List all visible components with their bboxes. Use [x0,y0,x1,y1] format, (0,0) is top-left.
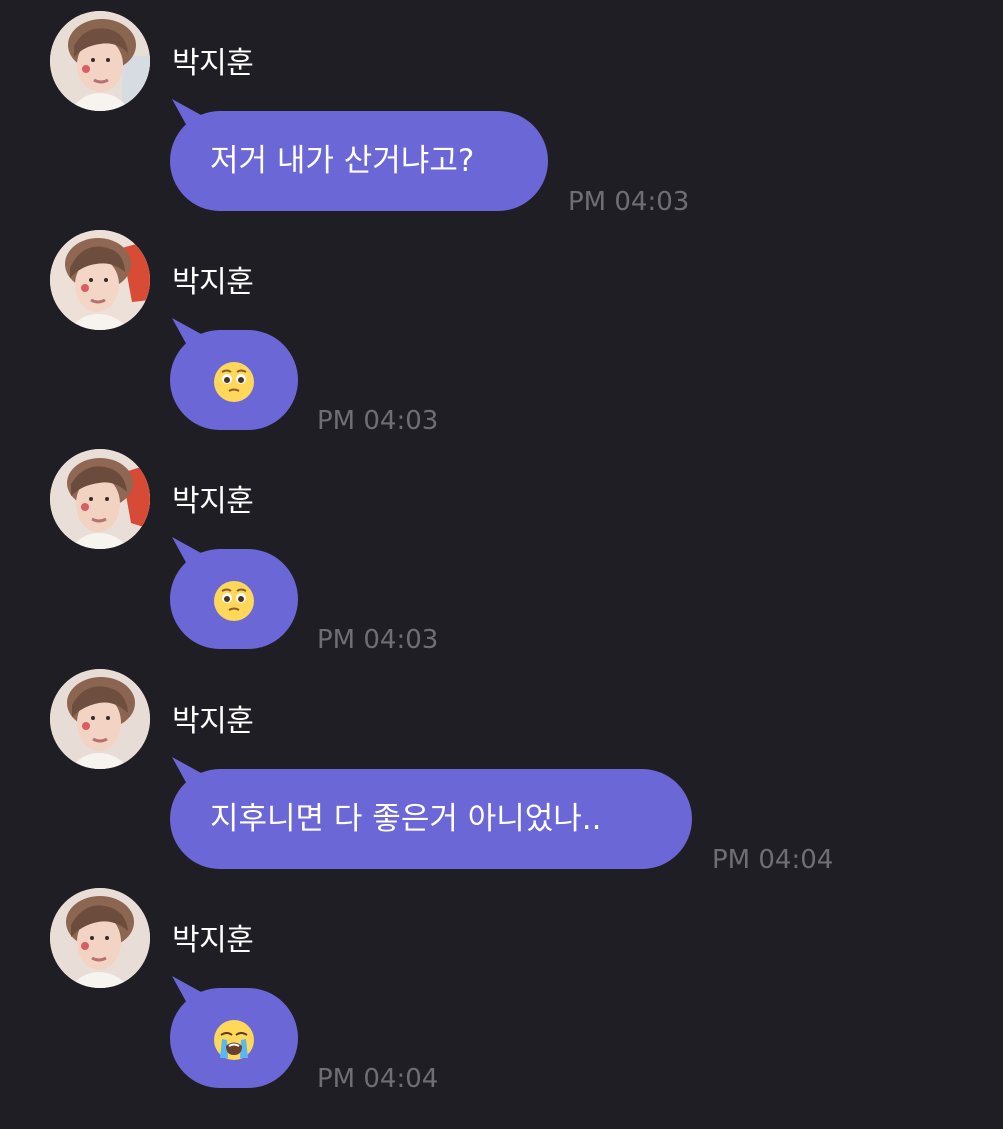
chat-message-list[interactable]: 박지훈 저거 내가 산거냐고? PM 04:03 박지훈 PM 04:03 박지… [0,0,1003,1129]
avatar-image [50,230,150,330]
sender-name: 박지훈 [172,704,254,739]
message-timestamp: PM 04:03 [317,406,439,436]
avatar[interactable] [50,230,150,330]
message-bubble[interactable] [170,330,298,430]
avatar-image [50,449,150,549]
message-group: 박지훈 지후니면 다 좋은거 아니었나.. PM 04:04 [0,669,1003,879]
message-group: 박지훈 저거 내가 산거냐고? PM 04:03 [0,11,1003,221]
message-text: 지후니면 다 좋은거 아니었나.. [210,801,602,837]
sender-name: 박지훈 [172,265,254,300]
message-group: 박지훈 PM 04:04 [0,888,1003,1098]
message-bubble[interactable] [170,549,298,649]
message-timestamp: PM 04:04 [317,1064,439,1094]
message-timestamp: PM 04:03 [317,625,439,655]
avatar-image [50,11,150,111]
message-text: 저거 내가 산거냐고? [210,143,475,179]
message-timestamp: PM 04:03 [568,187,690,217]
avatar-image [50,669,150,769]
message-group: 박지훈 PM 04:03 [0,230,1003,440]
avatar[interactable] [50,888,150,988]
pleading-face-emoji-icon [214,580,254,621]
avatar-image [50,888,150,988]
message-bubble[interactable] [170,988,298,1088]
sender-name: 박지훈 [172,46,254,81]
message-bubble[interactable]: 지후니면 다 좋은거 아니었나.. [170,769,692,869]
message-group: 박지훈 PM 04:03 [0,449,1003,659]
avatar[interactable] [50,11,150,111]
message-bubble[interactable]: 저거 내가 산거냐고? [170,111,548,211]
sender-name: 박지훈 [172,484,254,519]
message-timestamp: PM 04:04 [712,845,834,875]
avatar[interactable] [50,449,150,549]
sender-name: 박지훈 [172,923,254,958]
pleading-face-emoji-icon [214,361,254,402]
loudly-crying-face-emoji-icon [214,1019,254,1060]
avatar[interactable] [50,669,150,769]
